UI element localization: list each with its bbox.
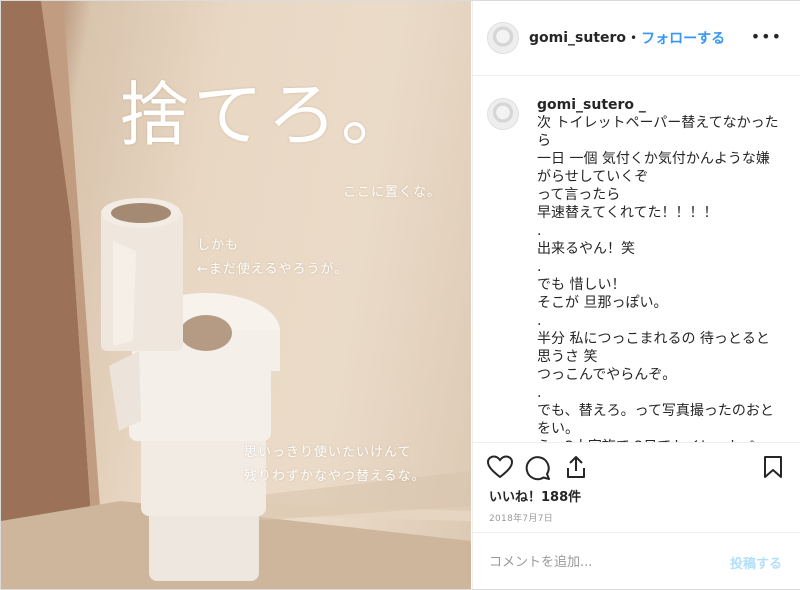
comment-input[interactable]: [487, 549, 711, 575]
post-side-panel: gomi_sutero • フォローする ••• gomi_sutero _ 次…: [472, 1, 800, 589]
avatar[interactable]: [487, 22, 519, 54]
post-date[interactable]: 2018年7月7日: [489, 511, 553, 524]
follow-button[interactable]: フォローする: [641, 28, 725, 48]
separator-dot: •: [630, 31, 638, 45]
comment-icon[interactable]: [525, 455, 551, 481]
post-comment-button[interactable]: 投稿する: [730, 553, 782, 572]
add-comment-section: 投稿する: [473, 532, 800, 590]
comments-area[interactable]: gomi_sutero _ 次 トイレットペーパー替えてなかったら 一日 一個 …: [473, 76, 800, 442]
more-options-icon[interactable]: •••: [751, 29, 782, 45]
header-username[interactable]: gomi_sutero: [529, 30, 626, 46]
bookmark-icon[interactable]: [763, 455, 783, 479]
likes-count[interactable]: いいね！188件: [489, 486, 581, 505]
caption-comment: gomi_sutero _ 次 トイレットペーパー替えてなかったら 一日 一個 …: [537, 96, 783, 442]
post-header: gomi_sutero • フォローする •••: [473, 1, 800, 76]
photo-caption-3: 思いっきり使いたいけんて 残りわずかなやつ替えるな。: [244, 445, 426, 484]
instagram-post-frame: 捨てろ。 ここに置くな。 しかも ←まだ使えるやろうが。 思いっきり使いたいけん…: [0, 0, 800, 590]
comment-avatar[interactable]: [487, 98, 519, 130]
photo-caption-1: ここに置くな。: [343, 185, 442, 200]
post-photo[interactable]: 捨てろ。 ここに置くな。 しかも ←まだ使えるやろうが。 思いっきり使いたいけん…: [1, 1, 471, 589]
action-bar: [473, 442, 800, 491]
caption-author[interactable]: gomi_sutero _: [537, 96, 783, 114]
photo-title-text: 捨てろ。: [119, 74, 415, 156]
heart-icon[interactable]: [487, 455, 513, 479]
caption-text: 次 トイレットペーパー替えてなかったら 一日 一個 気付くか気付かんような嫌がら…: [537, 115, 779, 442]
photo-caption-2: しかも ←まだ使えるやろうが。: [197, 238, 349, 277]
share-icon[interactable]: [565, 455, 587, 479]
